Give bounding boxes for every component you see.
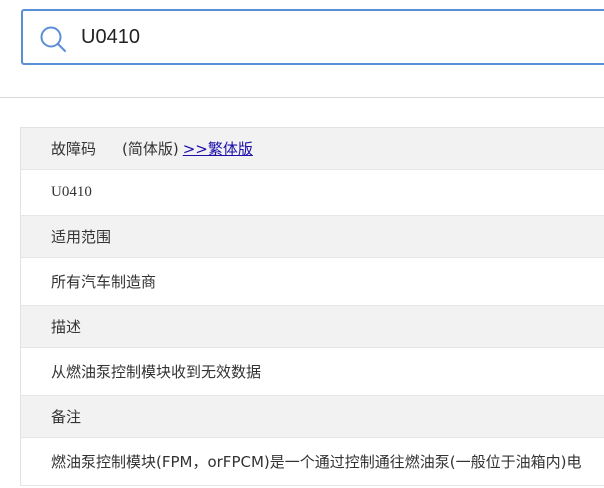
divider — [0, 97, 604, 98]
search-input[interactable] — [81, 17, 601, 57]
search-icon — [40, 26, 66, 52]
scope-value-row: 所有汽车制造商 — [21, 258, 604, 306]
simplified-label: (简体版) — [122, 140, 179, 158]
scope-label: 适用范围 — [51, 228, 112, 246]
notes-header-row: 备注 — [21, 396, 604, 438]
notes-label: 备注 — [51, 408, 82, 426]
traditional-link[interactable]: >>繁体版 — [183, 138, 253, 159]
desc-value-row: 从燃油泵控制模块收到无效数据 — [21, 348, 604, 396]
code-value: U0410 — [51, 184, 92, 200]
desc-value: 从燃油泵控制模块收到无效数据 — [51, 363, 262, 381]
scope-header-row: 适用范围 — [21, 216, 604, 258]
notes-value: 燃油泵控制模块(FPM，orFPCM)是一个通过控制通往燃油泵(一般位于油箱内)… — [51, 453, 582, 471]
notes-value-row: 燃油泵控制模块(FPM，orFPCM)是一个通过控制通往燃油泵(一般位于油箱内)… — [21, 438, 604, 486]
code-label: 故障码 — [51, 140, 97, 158]
desc-header-row: 描述 — [21, 306, 604, 348]
info-table: 故障码 (简体版) >>繁体版 U0410 适用范围 所有汽车制造商 描述 从燃… — [20, 127, 604, 486]
code-value-row: U0410 — [21, 170, 604, 216]
search-box[interactable] — [21, 9, 604, 65]
code-header-row: 故障码 (简体版) >>繁体版 — [21, 128, 604, 170]
scope-value: 所有汽车制造商 — [51, 273, 157, 291]
desc-label: 描述 — [51, 318, 82, 336]
